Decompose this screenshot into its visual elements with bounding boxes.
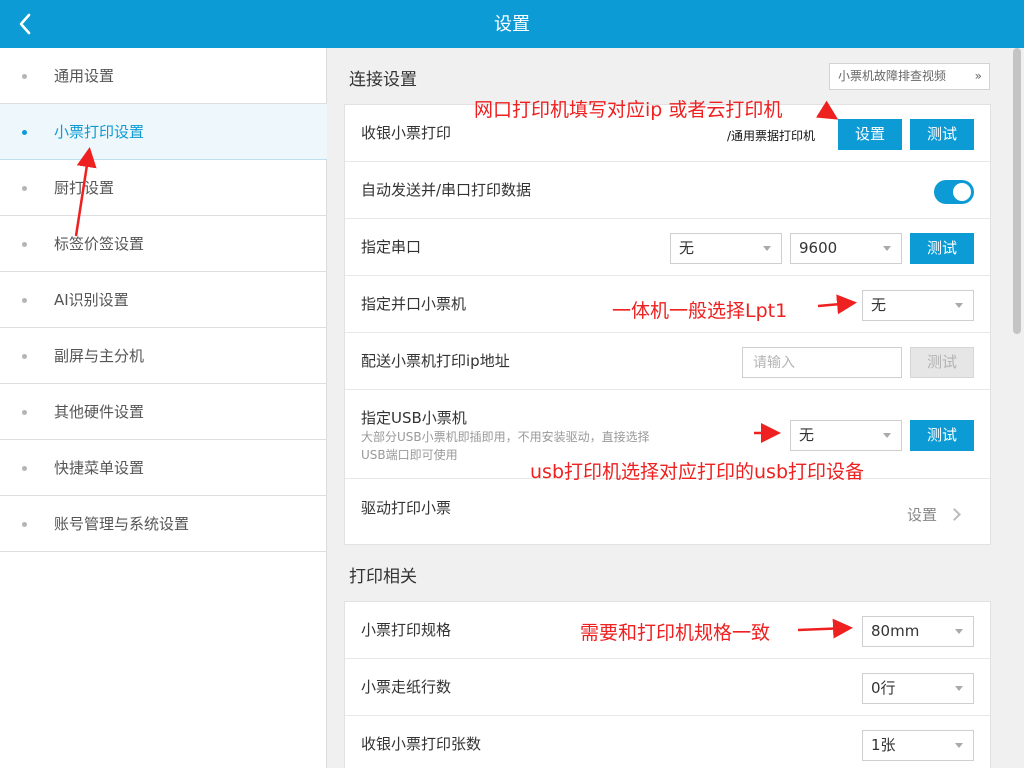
sidebar-item-label: 厨打设置 bbox=[54, 179, 115, 197]
usb-printer-label: 指定USB小票机 bbox=[361, 409, 467, 427]
chevron-right-icon bbox=[948, 508, 961, 521]
print-copies-select[interactable]: 1张 bbox=[862, 730, 974, 761]
bullet-icon bbox=[22, 410, 27, 415]
sidebar-item-label: 标签价签设置 bbox=[54, 235, 145, 253]
print-copies-value: 1张 bbox=[871, 736, 896, 754]
parallel-port-select[interactable]: 无 bbox=[862, 290, 974, 321]
paper-feed-label: 小票走纸行数 bbox=[361, 678, 452, 696]
sidebar-item-label: 小票打印设置 bbox=[54, 123, 145, 141]
auto-send-toggle[interactable] bbox=[934, 180, 974, 204]
sidebar-item-label: 通用设置 bbox=[54, 67, 115, 85]
caret-down-icon bbox=[883, 433, 891, 438]
page-title: 设置 bbox=[494, 14, 530, 35]
sidebar-item-label: 快捷菜单设置 bbox=[54, 459, 145, 477]
baud-rate-select[interactable]: 9600 bbox=[790, 233, 902, 264]
double-chevron-right-icon: » bbox=[974, 69, 982, 83]
sidebar-item-label: 副屏与主分机 bbox=[54, 347, 145, 365]
cashier-print-settings-button[interactable]: 设置 bbox=[838, 119, 902, 150]
sidebar-item-receipt-print[interactable]: 小票打印设置 bbox=[0, 104, 327, 160]
sidebar-item-ai[interactable]: AI识别设置 bbox=[0, 272, 327, 328]
sidebar-item-label: 账号管理与系统设置 bbox=[54, 515, 190, 533]
parallel-port-value: 无 bbox=[871, 296, 887, 314]
auto-send-label: 自动发送并/串口打印数据 bbox=[361, 181, 532, 199]
annotation-network-printer: 网口打印机填写对应ip 或者云打印机 bbox=[474, 99, 783, 121]
bullet-icon bbox=[22, 242, 27, 247]
sidebar: 通用设置 小票打印设置 厨打设置 标签价签设置 AI识别设置 副屏与主分机 其他… bbox=[0, 48, 327, 768]
annotation-usb-hint: usb打印机选择对应打印的usb打印设备 bbox=[530, 461, 865, 483]
serial-port-test-button[interactable]: 测试 bbox=[910, 233, 974, 264]
usb-printer-test-button[interactable]: 测试 bbox=[910, 420, 974, 451]
auto-send-row: 自动发送并/串口打印数据 bbox=[345, 162, 990, 219]
driver-print-settings-link[interactable]: 设置 bbox=[907, 504, 937, 525]
paper-feed-row: 小票走纸行数 0行 bbox=[345, 659, 990, 716]
annotation-parallel-hint: 一体机一般选择Lpt1 bbox=[612, 300, 788, 322]
sidebar-item-other-hardware[interactable]: 其他硬件设置 bbox=[0, 384, 327, 440]
caret-down-icon bbox=[883, 246, 891, 251]
sidebar-item-label-price[interactable]: 标签价签设置 bbox=[0, 216, 327, 272]
delivery-ip-row: 配送小票机打印ip地址 测试 bbox=[345, 333, 990, 390]
cashier-print-label: 收银小票打印 bbox=[361, 124, 452, 142]
troubleshoot-video-label: 小票机故障排查视频 bbox=[838, 69, 947, 83]
sidebar-item-label: 其他硬件设置 bbox=[54, 403, 145, 421]
annotation-spec-hint: 需要和打印机规格一致 bbox=[580, 622, 771, 644]
bullet-icon bbox=[22, 354, 27, 359]
caret-down-icon bbox=[955, 743, 963, 748]
print-spec-label: 小票打印规格 bbox=[361, 621, 452, 639]
delivery-ip-test-button[interactable]: 测试 bbox=[910, 347, 974, 378]
print-spec-select[interactable]: 80mm bbox=[862, 616, 974, 647]
sidebar-item-general[interactable]: 通用设置 bbox=[0, 48, 327, 104]
bullet-icon bbox=[22, 130, 27, 135]
bullet-icon bbox=[22, 466, 27, 471]
serial-port-row: 指定串口 无 9600 测试 bbox=[345, 219, 990, 276]
serial-port-value: 无 bbox=[679, 239, 695, 257]
bullet-icon bbox=[22, 298, 27, 303]
top-bar: 设置 bbox=[0, 0, 1024, 48]
bullet-icon bbox=[22, 74, 27, 79]
baud-rate-value: 9600 bbox=[799, 239, 838, 257]
bullet-icon bbox=[22, 522, 27, 527]
print-copies-label: 收银小票打印张数 bbox=[361, 735, 482, 753]
driver-print-row[interactable]: 驱动打印小票 设置 bbox=[345, 479, 990, 545]
parallel-port-label: 指定并口小票机 bbox=[361, 295, 467, 313]
usb-printer-value: 无 bbox=[799, 426, 815, 444]
paper-feed-select[interactable]: 0行 bbox=[862, 673, 974, 704]
serial-port-select[interactable]: 无 bbox=[670, 233, 782, 264]
sidebar-item-label: AI识别设置 bbox=[54, 291, 129, 309]
caret-down-icon bbox=[955, 303, 963, 308]
sidebar-item-shortcut-menu[interactable]: 快捷菜单设置 bbox=[0, 440, 327, 496]
sidebar-item-secondary-screen[interactable]: 副屏与主分机 bbox=[0, 328, 327, 384]
delivery-ip-input[interactable] bbox=[742, 347, 902, 378]
printer-type-note: /通用票据打印机 bbox=[727, 129, 816, 143]
print-copies-row: 收银小票打印张数 1张 bbox=[345, 716, 990, 768]
troubleshoot-video-button[interactable]: 小票机故障排查视频 » bbox=[829, 63, 990, 90]
serial-port-label: 指定串口 bbox=[361, 238, 422, 256]
usb-printer-select[interactable]: 无 bbox=[790, 420, 902, 451]
sidebar-item-account-system[interactable]: 账号管理与系统设置 bbox=[0, 496, 327, 552]
paper-feed-value: 0行 bbox=[871, 679, 896, 697]
cashier-print-test-button[interactable]: 测试 bbox=[910, 119, 974, 150]
section-title-connection: 连接设置 bbox=[349, 70, 417, 90]
scrollbar[interactable] bbox=[1013, 48, 1021, 334]
caret-down-icon bbox=[955, 629, 963, 634]
caret-down-icon bbox=[763, 246, 771, 251]
print-spec-value: 80mm bbox=[871, 622, 920, 640]
bullet-icon bbox=[22, 186, 27, 191]
delivery-ip-label: 配送小票机打印ip地址 bbox=[361, 352, 510, 370]
section-title-print: 打印相关 bbox=[349, 567, 417, 587]
sidebar-item-kitchen-print[interactable]: 厨打设置 bbox=[0, 160, 327, 216]
caret-down-icon bbox=[955, 686, 963, 691]
driver-print-label: 驱动打印小票 bbox=[361, 499, 452, 517]
toggle-knob bbox=[953, 183, 971, 201]
